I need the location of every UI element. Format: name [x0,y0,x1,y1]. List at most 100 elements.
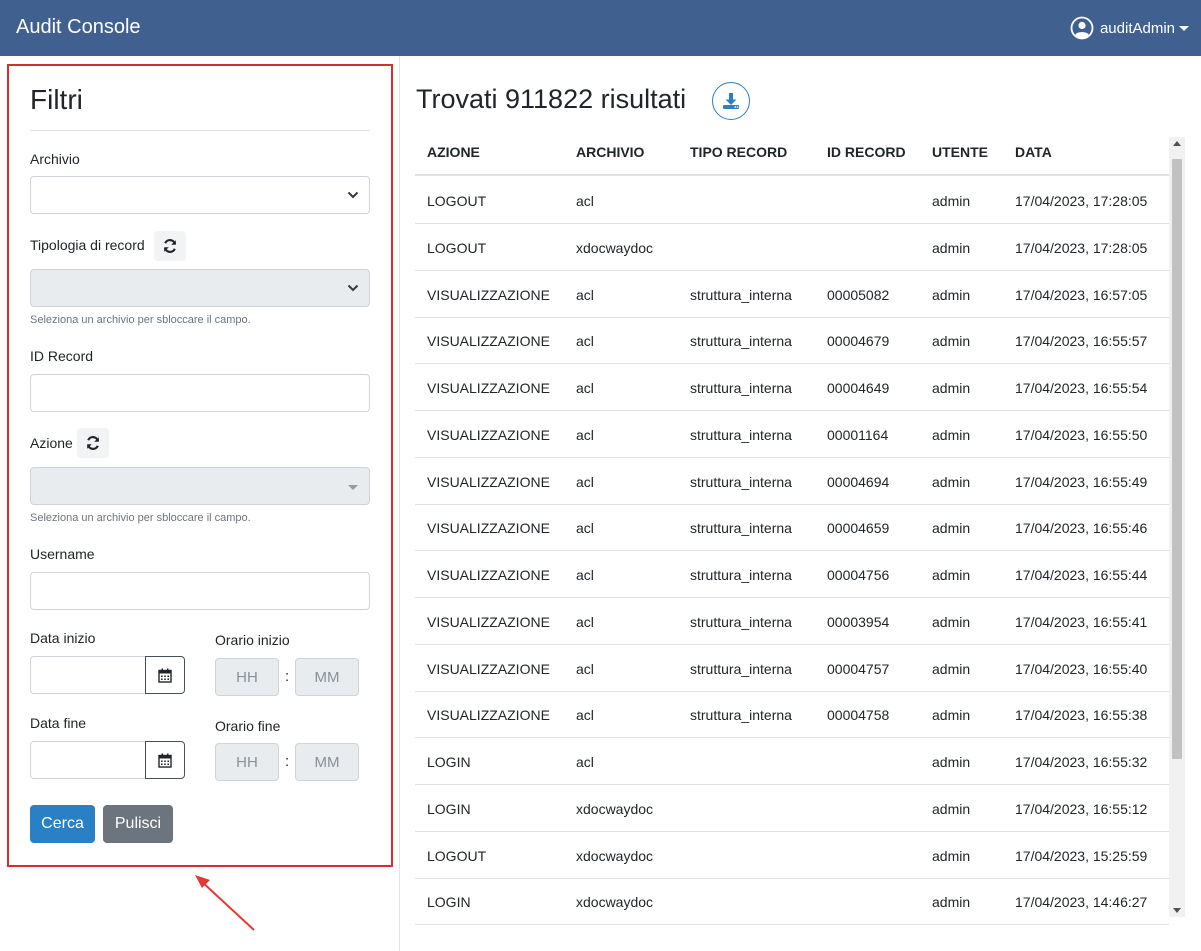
app-title[interactable]: Audit Console [16,16,141,39]
cell-utente: admin [932,426,971,443]
azione-help-text: Seleziona un archivio per sbloccare il c… [30,512,251,524]
username-label: Username [30,546,95,562]
search-button[interactable]: Cerca [30,805,95,843]
calendar-icon [158,753,172,768]
data-inizio-input[interactable] [30,656,146,694]
id-record-label: ID Record [30,348,94,364]
table-row[interactable]: VISUALIZZAZIONE acl struttura_interna 00003… [415,598,1169,645]
data-fine-calendar-button[interactable] [145,741,185,779]
cell-id-record: 00005082 [827,286,890,303]
cell-data: 17/04/2023, 16:55:32 [1015,754,1148,770]
clear-button[interactable]: Pulisci [103,805,173,843]
cell-id-record: 00004659 [827,520,890,537]
cell-data: 17/04/2023, 17:28:05 [1015,239,1148,256]
orario-inizio-label: Orario inizio [215,632,290,648]
cell-id-record: 00004756 [827,567,890,583]
cell-archivio: acl [576,193,594,209]
azione-select[interactable] [30,467,370,505]
cell-azione: VISUALIZZAZIONE [427,567,550,583]
cell-utente: admin [932,520,971,537]
data-fine-input[interactable] [30,741,146,779]
table-row[interactable]: LOGIN xdocwaydoc admin 17/04/2023, 14:46:27 [415,878,1169,926]
table-row[interactable]: VISUALIZZAZIONE acl struttura_interna 00004… [415,317,1169,365]
cell-data: 17/04/2023, 15:25:59 [1015,847,1148,864]
table-row[interactable]: VISUALIZZAZIONE acl struttura_interna 00004… [415,645,1169,692]
cell-utente: admin [932,333,971,350]
cell-data: 17/04/2023, 16:55:50 [1015,426,1148,443]
table-row[interactable]: VISUALIZZAZIONE acl struttura_interna 00004… [415,504,1169,552]
scroll-up-icon[interactable] [1173,141,1181,146]
table-row[interactable]: VISUALIZZAZIONE acl struttura_interna 00004… [415,458,1169,505]
chevron-down-icon [347,191,359,199]
cell-tipo-record: struttura_interna [690,613,792,630]
table-row[interactable]: VISUALIZZAZIONE acl struttura_interna 00004… [415,364,1169,411]
cell-azione: VISUALIZZAZIONE [427,380,550,396]
cell-archivio: acl [576,754,594,770]
orario-fine-minutes[interactable]: MM [295,743,359,781]
archivio-label: Archivio [30,151,80,167]
table-row[interactable]: LOGIN xdocwaydoc admin 17/04/2023, 16:55:12 [415,785,1169,832]
tipologia-refresh-button[interactable] [154,231,186,261]
cell-archivio: acl [576,333,594,350]
cell-utente: admin [932,286,971,303]
table-row[interactable]: LOGOUT acl admin 17/04/2023, 17:28:05 [415,177,1169,224]
cell-utente: admin [932,847,971,864]
table-row[interactable]: LOGOUT xdocwaydoc admin 17/04/2023, 15:25:5… [415,832,1169,879]
cell-archivio: xdocwaydoc [576,239,654,256]
id-record-input[interactable] [30,374,370,412]
results-scrollbar[interactable] [1169,137,1185,917]
cell-azione: LOGOUT [427,847,487,864]
table-row[interactable]: LOGOUT xdocwaydoc admin 17/04/2023, 17:28:0… [415,224,1169,271]
cell-id-record: 00004758 [827,707,890,724]
column-header-azione[interactable]: AZIONE [427,144,480,160]
scroll-down-icon[interactable] [1173,908,1181,913]
tipologia-select[interactable] [30,269,370,307]
column-header-id-record[interactable]: ID RECORD [827,144,906,160]
table-row[interactable]: VISUALIZZAZIONE acl struttura_interna 00004… [415,691,1169,739]
username-label: auditAdmin [1099,19,1175,37]
cell-data: 17/04/2023, 16:55:46 [1015,520,1148,537]
column-header-tipo-record[interactable]: TIPO RECORD [690,144,787,160]
cell-data: 17/04/2023, 16:55:38 [1015,707,1148,724]
orario-fine-hours[interactable]: HH [215,743,279,781]
cell-data: 17/04/2023, 16:55:44 [1015,567,1148,583]
cell-archivio: acl [576,613,594,630]
azione-refresh-button[interactable] [77,428,109,458]
download-button[interactable] [712,82,750,120]
cell-azione: LOGIN [427,754,471,770]
refresh-icon [163,239,177,253]
time-separator: : [285,668,290,685]
data-inizio-label: Data inizio [30,630,96,646]
cell-archivio: xdocwaydoc [576,894,654,911]
cell-azione: LOGIN [427,894,471,911]
username-input[interactable] [30,572,370,610]
cell-id-record: 00004757 [827,660,890,677]
tipologia-help-text: Seleziona un archivio per sbloccare il c… [30,314,251,326]
red-arrow-annotation [195,875,255,931]
table-row[interactable]: VISUALIZZAZIONE acl struttura_interna 00001… [415,411,1169,458]
cell-archivio: xdocwaydoc [576,847,654,864]
column-header-utente[interactable]: UTENTE [932,144,988,160]
cell-azione: VISUALIZZAZIONE [427,286,550,303]
cell-data: 17/04/2023, 14:46:27 [1015,894,1148,911]
orario-inizio-hours[interactable]: HH [215,658,279,696]
data-inizio-calendar-button[interactable] [145,656,185,694]
cell-azione: LOGOUT [427,239,487,256]
calendar-icon [158,668,172,683]
cell-id-record: 00004679 [827,333,890,350]
column-header-data[interactable]: DATA [1015,144,1052,160]
table-row[interactable]: VISUALIZZAZIONE acl struttura_interna 00004… [415,551,1169,598]
table-row[interactable]: VISUALIZZAZIONE acl struttura_interna 00005… [415,271,1169,318]
data-fine-label: Data fine [30,715,87,731]
orario-inizio-minutes[interactable]: MM [295,658,359,696]
column-header-archivio[interactable]: ARCHIVIO [576,144,644,160]
refresh-icon [86,436,100,450]
scrollbar-thumb[interactable] [1172,159,1182,759]
user-menu[interactable]: auditAdmin [1070,16,1189,40]
cell-azione: VISUALIZZAZIONE [427,520,550,537]
table-row[interactable]: LOGIN acl admin 17/04/2023, 16:55:32 [415,738,1169,785]
cell-azione: VISUALIZZAZIONE [427,333,550,350]
cell-tipo-record: struttura_interna [690,473,792,490]
archivio-select[interactable] [30,176,370,214]
cell-data: 17/04/2023, 17:28:05 [1015,193,1148,209]
